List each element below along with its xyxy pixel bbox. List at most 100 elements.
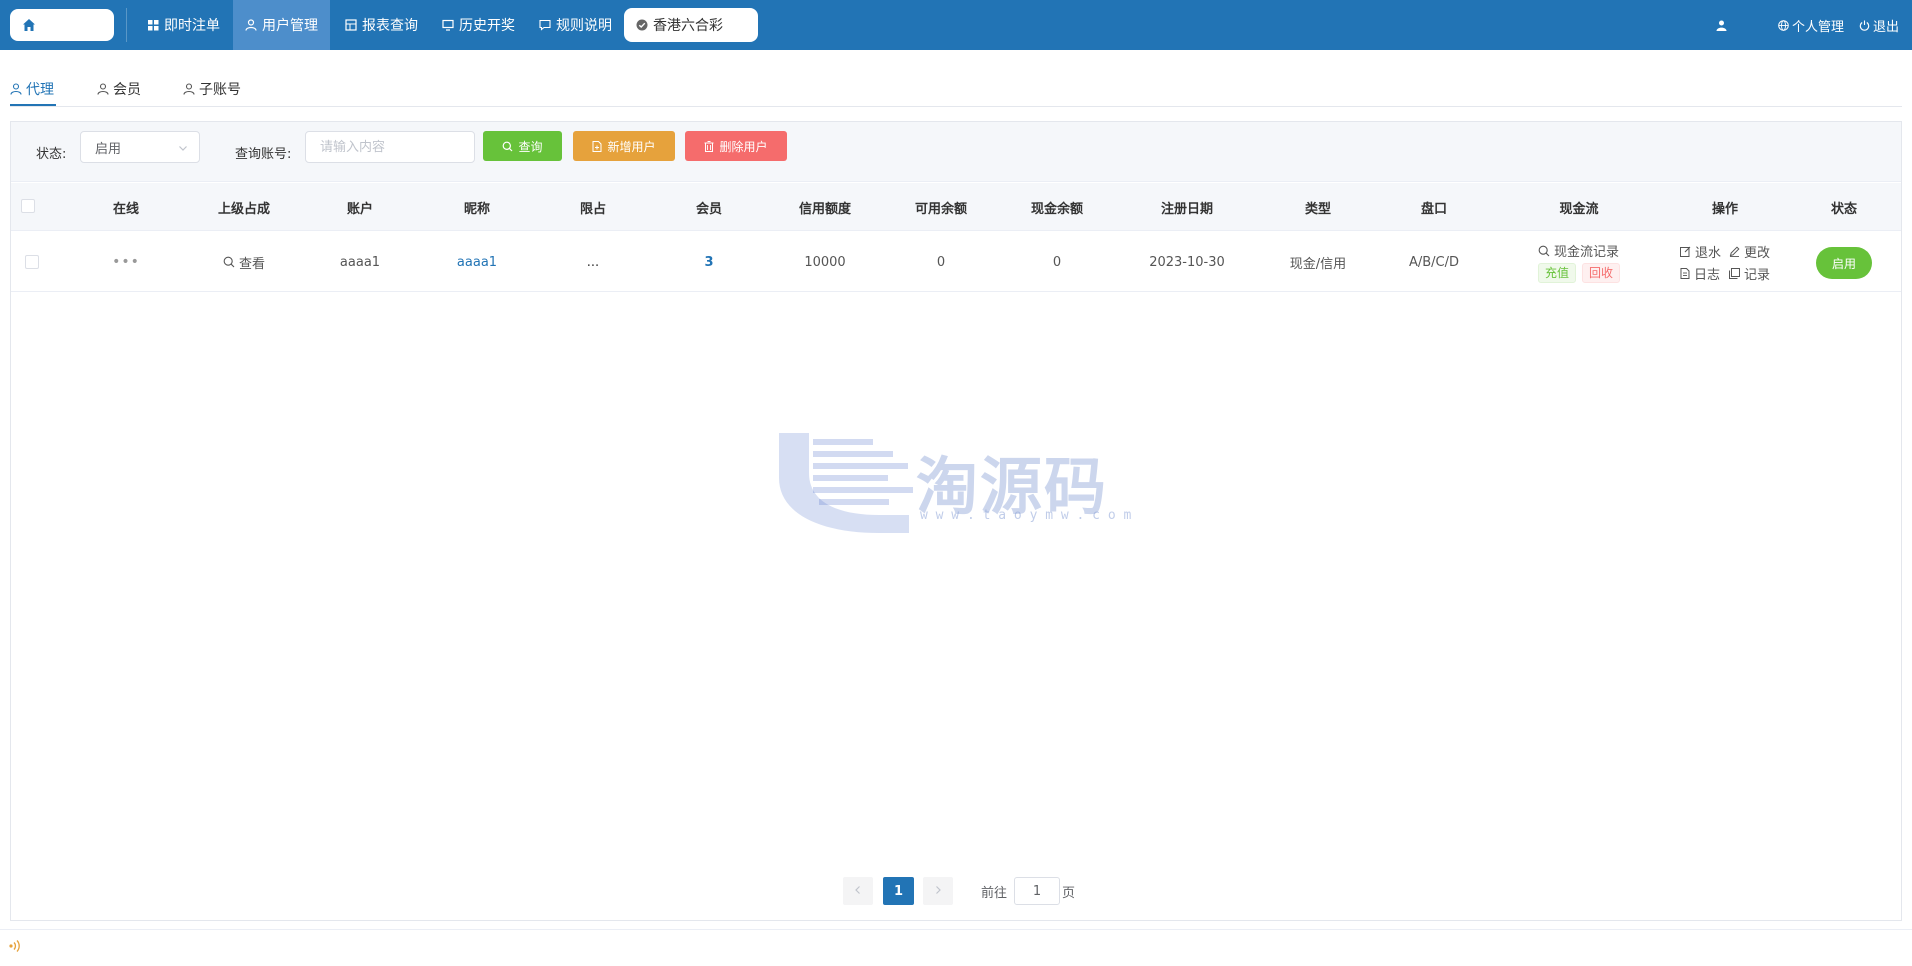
add-user-button[interactable]: 新增用户 [573, 131, 675, 161]
recycle-tag[interactable]: 回收 [1582, 263, 1621, 283]
tab-sub-account[interactable]: 子账号 [183, 78, 241, 100]
search-icon [223, 256, 235, 268]
sound-icon[interactable] [8, 938, 24, 958]
home-button[interactable] [10, 9, 114, 41]
row-checkbox[interactable] [25, 255, 39, 269]
profile-management-link[interactable]: 个人管理 [1778, 0, 1844, 50]
page-number-current[interactable]: 1 [883, 877, 914, 905]
monitor-icon [442, 19, 454, 31]
status-toggle-button[interactable]: 启用 [1816, 247, 1872, 279]
user-avatar-button[interactable] [1716, 0, 1730, 50]
cashflow-record-link[interactable]: 现金流记录 [1538, 241, 1619, 260]
online-indicator: ••• [112, 254, 140, 270]
col-nickname: 昵称 [463, 201, 491, 217]
rebate-link[interactable]: 退水 [1679, 242, 1721, 261]
user-icon [97, 83, 109, 95]
user-icon [245, 19, 257, 31]
actions-cell: 退水 更改 日志 记录 [1679, 232, 1770, 292]
record-link[interactable]: 记录 [1729, 264, 1770, 283]
credit-cell: 10000 [804, 254, 846, 270]
available-balance-cell: 0 [936, 254, 946, 270]
col-cashflow: 现金流 [1559, 201, 1599, 217]
prev-page-button[interactable] [843, 877, 873, 905]
nav-item-rules[interactable]: 规则说明 [535, 0, 616, 50]
col-available: 可用余额 [914, 201, 968, 217]
document-add-icon [592, 140, 602, 152]
search-icon [1538, 245, 1550, 257]
watermark-url: w w w . t a o y m w . c o m [920, 508, 1132, 523]
tab-label: 子账号 [199, 82, 241, 98]
delete-user-button-label: 删除用户 [719, 139, 768, 154]
document-icon [1680, 267, 1690, 279]
person-icon [1716, 20, 1727, 31]
parent-share-view-link[interactable]: 查看 [223, 232, 265, 292]
goto-page-input[interactable]: 1 [1014, 877, 1060, 905]
log-link[interactable]: 日志 [1680, 264, 1721, 283]
col-account: 账户 [346, 201, 374, 217]
col-cash: 现金余额 [1030, 201, 1084, 217]
recharge-tag[interactable]: 充值 [1537, 263, 1576, 283]
copy-icon [1729, 267, 1740, 279]
account-cell: aaaa1 [339, 254, 381, 270]
chevron-down-icon [177, 142, 189, 158]
logout-link[interactable]: 退出 [1859, 0, 1899, 50]
edit-link[interactable]: 更改 [1729, 242, 1770, 261]
filter-toolbar: 状态: 启用 查询账号: 查询 新增用户 删除用户 [11, 122, 1901, 182]
trash-icon [704, 140, 714, 152]
handicap-cell: A/B/C/D [1408, 254, 1460, 270]
table-header: 在线 上级占成 账户 昵称 限占 会员 信用额度 可用余额 现金余额 注册日期 … [11, 183, 1901, 231]
type-cell: 现金/信用 [1289, 256, 1347, 272]
col-credit: 信用额度 [798, 201, 852, 217]
record-label: 记录 [1744, 267, 1771, 283]
tab-member[interactable]: 会员 [97, 78, 141, 100]
nav-label: 报表查询 [362, 18, 418, 34]
nav-label: 历史开奖 [459, 18, 515, 34]
pencil-icon [1729, 245, 1740, 257]
query-button-label: 查询 [518, 139, 543, 154]
col-handicap: 盘口 [1420, 201, 1448, 217]
log-label: 日志 [1693, 267, 1720, 283]
delete-user-button[interactable]: 删除用户 [685, 131, 787, 161]
grid-icon [148, 19, 159, 31]
limit-link[interactable]: ... [587, 232, 599, 292]
col-parent-share: 上级占成 [217, 201, 271, 217]
nickname-link[interactable]: aaaa1 [457, 232, 497, 292]
col-online: 在线 [112, 201, 140, 217]
tab-agent[interactable]: 代理 [10, 78, 54, 100]
footer-divider [0, 929, 1912, 930]
nav-item-live-bets[interactable]: 即时注单 [144, 0, 224, 50]
members-count-link[interactable]: 3 [704, 232, 713, 292]
col-reg-date: 注册日期 [1160, 201, 1214, 217]
user-icon [10, 83, 22, 95]
chevron-right-icon [933, 884, 943, 899]
query-button[interactable]: 查询 [483, 131, 562, 161]
nav-label: 规则说明 [556, 18, 612, 34]
nav-item-reports[interactable]: 报表查询 [341, 0, 422, 50]
tab-label: 会员 [113, 82, 141, 98]
cashflow-cell: 现金流记录 充值 回收 [1537, 232, 1621, 292]
next-page-button[interactable] [923, 877, 953, 905]
home-icon [23, 19, 35, 31]
status-filter-label: 状态: [36, 146, 67, 162]
table-row: ••• 查看 aaaa1 aaaa1 ... 3 10000 0 0 2023-… [11, 232, 1901, 292]
col-limit: 限占 [579, 201, 607, 217]
edit-label: 更改 [1744, 245, 1771, 261]
cash-balance-cell: 0 [1052, 254, 1062, 270]
add-user-button-label: 新增用户 [607, 139, 656, 154]
reg-date-cell: 2023-10-30 [1149, 254, 1225, 270]
action-links: 退水 更改 日志 记录 [1679, 242, 1770, 283]
nav-item-history[interactable]: 历史开奖 [438, 0, 519, 50]
col-members: 会员 [695, 201, 723, 217]
edit-box-icon [1679, 246, 1691, 257]
lottery-selector[interactable]: 香港六合彩 [624, 8, 758, 42]
col-status: 状态 [1830, 201, 1858, 217]
nav-item-user-management[interactable]: 用户管理 [233, 0, 330, 50]
chevron-left-icon [853, 884, 863, 899]
account-search-input[interactable] [305, 131, 475, 163]
select-all-checkbox[interactable] [21, 199, 35, 213]
col-type: 类型 [1304, 201, 1332, 217]
view-label: 查看 [238, 256, 266, 272]
user-icon [183, 83, 195, 95]
status-select[interactable]: 启用 [80, 131, 200, 163]
profile-label: 个人管理 [1792, 19, 1845, 35]
